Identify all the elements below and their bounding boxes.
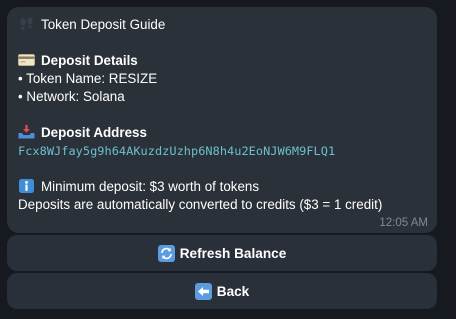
details-heading: Deposit Details xyxy=(41,53,138,68)
back-button[interactable]: Back xyxy=(7,273,437,309)
address-heading: Deposit Address xyxy=(41,125,147,140)
address-heading-row: Deposit Address xyxy=(18,124,147,142)
refresh-icon xyxy=(157,244,175,262)
message-title: Token Deposit Guide xyxy=(41,17,166,32)
back-label: Back xyxy=(216,283,250,299)
network-line: • Network: Solana xyxy=(18,89,125,104)
refresh-balance-button[interactable]: Refresh Balance xyxy=(7,235,437,271)
minimum-deposit-row: Minimum deposit: $3 worth of tokens xyxy=(18,178,259,196)
back-arrow-icon xyxy=(194,282,212,300)
title-row: Token Deposit Guide xyxy=(18,16,165,34)
deposit-address-value[interactable]: Fcx8WJfay5g9h64AKuzdzUzhp6N8h4u2EoNJW6M9… xyxy=(18,142,335,160)
info-icon xyxy=(19,179,34,193)
message-bubble: Token Deposit Guide Deposit Details • To… xyxy=(7,7,437,233)
message-timestamp: 12:05 AM xyxy=(379,217,428,229)
token-name-line: • Token Name: RESIZE xyxy=(18,71,158,86)
details-heading-row: Deposit Details xyxy=(18,52,138,70)
inbox-tray-icon xyxy=(18,125,35,139)
footprints-icon xyxy=(20,17,33,31)
minimum-deposit-text: Minimum deposit: $3 worth of tokens xyxy=(41,179,260,194)
credit-card-icon xyxy=(18,54,35,66)
conversion-info-text: Deposits are automatically converted to … xyxy=(18,197,383,212)
refresh-balance-label: Refresh Balance xyxy=(179,245,287,261)
